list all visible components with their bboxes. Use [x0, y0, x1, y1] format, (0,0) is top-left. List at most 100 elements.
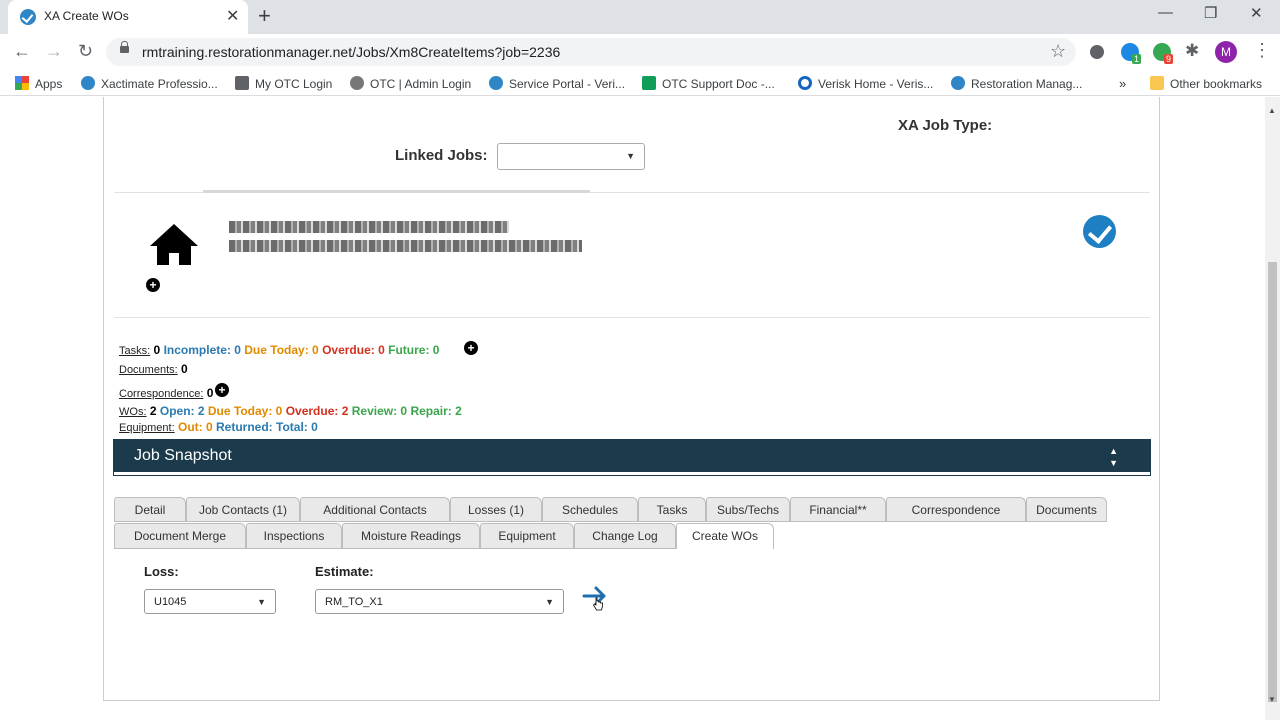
linked-jobs-select[interactable]: ▼: [497, 143, 645, 170]
loss-value: U1045: [154, 596, 187, 608]
estimate-label: Estimate:: [315, 564, 374, 579]
bookmark-star-icon[interactable]: ☆: [1050, 41, 1066, 62]
extension-badge: 9: [1164, 54, 1174, 64]
tab-divider: [114, 548, 676, 549]
bookmark-apps[interactable]: Apps: [15, 76, 62, 91]
bookmark-otc-admin[interactable]: OTC | Admin Login: [350, 76, 471, 91]
equipment-stats: Equipment: Out: 0 Returned: Total: 0: [119, 420, 318, 434]
tab-moisture-readings[interactable]: Moisture Readings: [342, 523, 480, 548]
tab-correspondence[interactable]: Correspondence: [886, 497, 1026, 522]
site-favicon-icon: [20, 9, 36, 25]
folder-icon: [1150, 76, 1164, 90]
verisk-logo-icon: [489, 76, 503, 90]
tab-equipment[interactable]: Equipment: [480, 523, 574, 548]
wos-link[interactable]: WOs:: [119, 406, 147, 418]
address-bar[interactable]: rmtraining.restorationmanager.net/Jobs/X…: [106, 38, 1076, 66]
page-scrollbar[interactable]: ▲ ▼: [1265, 97, 1280, 720]
close-window-icon[interactable]: ✕: [1250, 4, 1263, 22]
bookmark-restoration-manager[interactable]: Restoration Manag...: [951, 76, 1082, 91]
verisk-logo-icon: [81, 76, 95, 90]
bookmark-otc-support[interactable]: OTC Support Doc -...: [642, 76, 775, 91]
sheets-icon: [642, 76, 656, 90]
wos-due-today: Due Today: 0: [207, 404, 283, 418]
forward-icon[interactable]: →: [45, 41, 63, 62]
tab-financial[interactable]: Financial**: [790, 497, 886, 522]
tasks-incomplete: Incomplete: 0: [163, 343, 241, 357]
equipment-out: Out: 0: [178, 420, 213, 434]
tab-schedules[interactable]: Schedules: [542, 497, 638, 522]
dropdown-arrow-icon: ▼: [545, 597, 554, 607]
wos-repair: Repair: 2: [410, 404, 462, 418]
profile-avatar[interactable]: M: [1215, 41, 1237, 63]
new-tab-icon[interactable]: +: [258, 3, 271, 29]
redacted-job-name: [229, 221, 509, 233]
estimate-select[interactable]: RM_TO_X1 ▼: [315, 589, 564, 614]
extensions-puzzle-icon[interactable]: ✱: [1185, 41, 1199, 61]
tabs-row-1: Detail Job Contacts (1) Additional Conta…: [114, 497, 1107, 523]
wos-review: Review: 0: [351, 404, 408, 418]
divider-accent: [203, 190, 590, 193]
verisk-logo-icon: [1083, 215, 1116, 248]
correspondence-link[interactable]: Correspondence:: [119, 388, 203, 400]
tab-create-wos[interactable]: Create WOs: [676, 523, 774, 549]
tab-job-contacts[interactable]: Job Contacts (1): [186, 497, 300, 522]
expand-collapse-icon[interactable]: ▲ ▼: [1109, 445, 1118, 469]
tabs-row-2: Document Merge Inspections Moisture Read…: [114, 523, 774, 549]
tab-title: XA Create WOs: [44, 9, 129, 23]
browser-menu-icon[interactable]: ⋮: [1253, 40, 1271, 61]
tab-divider: [114, 521, 1107, 522]
reload-icon[interactable]: ↻: [78, 41, 93, 62]
globe-icon: [350, 76, 364, 90]
graduation-cap-icon: [235, 76, 249, 90]
extension-circle-icon[interactable]: [1090, 45, 1104, 59]
bookmarks-bar: Apps Xactimate Professio... My OTC Login…: [0, 72, 1280, 96]
tasks-count: 0: [153, 343, 161, 357]
add-contact-icon[interactable]: +: [146, 278, 160, 292]
tab-inspections[interactable]: Inspections: [246, 523, 342, 548]
bookmark-service-portal[interactable]: Service Portal - Veri...: [489, 76, 625, 91]
dropdown-arrow-icon: ▼: [257, 597, 266, 607]
extension-badge: 1: [1132, 54, 1142, 64]
equipment-link[interactable]: Equipment:: [119, 422, 175, 434]
house-icon: [150, 224, 198, 265]
tab-document-merge[interactable]: Document Merge: [114, 523, 246, 548]
back-icon[interactable]: ←: [13, 41, 31, 62]
tab-additional-contacts[interactable]: Additional Contacts: [300, 497, 450, 522]
scroll-thumb[interactable]: [1268, 262, 1277, 702]
tab-losses[interactable]: Losses (1): [450, 497, 542, 522]
tab-documents[interactable]: Documents: [1026, 497, 1107, 522]
scroll-up-icon[interactable]: ▲: [1268, 106, 1276, 115]
correspondence-stats: Correspondence: 0: [119, 386, 213, 400]
wos-open: Open: 2: [159, 404, 205, 418]
add-task-icon[interactable]: +: [464, 341, 478, 355]
add-correspondence-icon[interactable]: +: [215, 383, 229, 397]
bookmark-verisk-home[interactable]: Verisk Home - Veris...: [798, 76, 933, 91]
wos-count: 2: [149, 404, 157, 418]
tab-change-log[interactable]: Change Log: [574, 523, 676, 548]
bookmark-xactimate[interactable]: Xactimate Professio...: [81, 76, 218, 91]
loss-select[interactable]: U1045 ▼: [144, 589, 276, 614]
tab-detail[interactable]: Detail: [114, 497, 186, 522]
tab-tasks[interactable]: Tasks: [638, 497, 706, 522]
tasks-due-today: Due Today: 0: [244, 343, 319, 357]
loss-label: Loss:: [144, 564, 179, 579]
estimate-value: RM_TO_X1: [325, 596, 383, 608]
job-snapshot-bar[interactable]: Job Snapshot ▲ ▼: [113, 439, 1151, 476]
tasks-stats: Tasks: 0 Incomplete: 0 Due Today: 0 Over…: [119, 343, 439, 357]
restore-icon[interactable]: ❐: [1204, 4, 1217, 22]
scroll-down-icon[interactable]: ▼: [1268, 695, 1276, 704]
browser-tab[interactable]: XA Create WOs ✕: [8, 0, 248, 34]
documents-link[interactable]: Documents:: [119, 364, 178, 376]
bookmark-my-otc[interactable]: My OTC Login: [235, 76, 332, 91]
tasks-link[interactable]: Tasks:: [119, 345, 150, 357]
close-tab-icon[interactable]: ✕: [226, 6, 239, 26]
bookmarks-overflow[interactable]: »: [1119, 76, 1126, 91]
other-bookmarks[interactable]: Other bookmarks: [1150, 76, 1262, 91]
apps-grid-icon: [15, 76, 29, 90]
minimize-icon[interactable]: —: [1158, 4, 1173, 21]
equipment-returned: Returned:: [216, 420, 273, 434]
divider: [114, 317, 1150, 318]
tab-subs-techs[interactable]: Subs/Techs: [706, 497, 790, 522]
correspondence-count: 0: [206, 386, 214, 400]
tasks-future: Future: 0: [388, 343, 440, 357]
